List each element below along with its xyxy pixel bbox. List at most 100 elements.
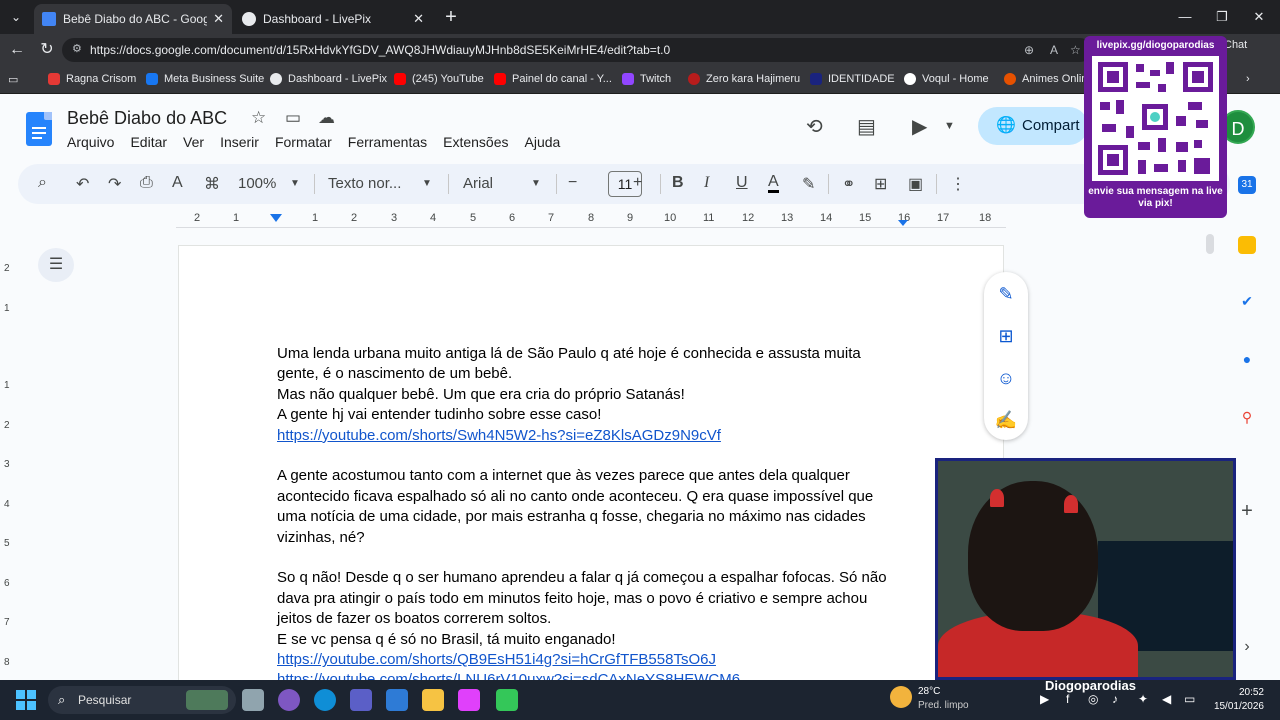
maximize-button[interactable]: ❐ — [1207, 6, 1237, 28]
chevron-down-icon[interactable]: ▼ — [422, 178, 432, 189]
calendar-icon[interactable]: 31 — [1238, 176, 1256, 194]
decrease-font-icon[interactable]: − — [568, 174, 577, 192]
reload-icon[interactable]: ↻ — [36, 39, 58, 61]
bookmark-item[interactable]: Meta Business Suite — [146, 73, 264, 85]
youtube-icon[interactable]: ▶ — [1040, 692, 1049, 706]
bookmark-item[interactable]: (245) YouTube — [394, 73, 484, 85]
file-explorer-icon[interactable] — [422, 689, 444, 711]
chevron-right-icon[interactable]: › — [1238, 638, 1256, 656]
add-comment-icon[interactable]: ⊞ — [874, 174, 887, 194]
copilot-icon[interactable] — [278, 689, 300, 711]
add-addon-icon[interactable]: + — [1238, 501, 1256, 521]
menu-item[interactable]: Formatar — [275, 134, 332, 150]
menu-item[interactable]: Inserir — [220, 134, 259, 150]
tab-livepix[interactable]: Dashboard - LivePix ✕ — [234, 4, 432, 34]
battery-icon[interactable]: ▭ — [1184, 692, 1195, 706]
highlight-icon[interactable]: ✎ — [802, 174, 815, 194]
cloud-saved-icon[interactable]: ☁ — [318, 108, 335, 128]
star-icon[interactable]: ☆ — [251, 108, 266, 128]
search-menus-icon[interactable]: ⌕ — [38, 174, 47, 192]
menu-item[interactable]: Editar — [130, 134, 167, 150]
instagram-icon[interactable]: ◎ — [1088, 692, 1098, 706]
undo-icon[interactable]: ↶ — [76, 174, 89, 194]
text-color-icon[interactable]: A — [768, 174, 779, 193]
bold-icon[interactable]: B — [672, 174, 684, 192]
zoom-icon[interactable]: ⊕ — [1024, 43, 1034, 57]
bookmarks-menu-icon[interactable]: ▭ — [8, 73, 18, 86]
horizontal-ruler[interactable]: 2 1 1 2 3 4 5 6 7 8 9 10 11 12 13 14 15 … — [176, 210, 1006, 228]
bookmark-item[interactable]: Voqul - Home — [904, 73, 989, 85]
menu-item[interactable]: Ferramentas — [348, 134, 427, 150]
document-title[interactable]: Bebê Diabo do ABC — [67, 108, 227, 129]
italic-icon[interactable]: I — [704, 174, 709, 192]
site-info-icon[interactable]: ⚙ — [72, 42, 82, 55]
emoji-reaction-icon[interactable]: ☺ — [994, 368, 1018, 392]
youtube-link[interactable]: https://youtube.com/shorts/QB9EsH51i4g?s… — [277, 651, 716, 668]
chevron-down-icon[interactable]: ▼ — [944, 120, 955, 132]
comments-icon[interactable]: ▤ — [857, 114, 876, 139]
scrollbar[interactable] — [1206, 234, 1214, 254]
task-view-icon[interactable] — [242, 689, 264, 711]
menu-item[interactable]: Extensões — [443, 134, 508, 150]
keep-icon[interactable] — [1238, 236, 1256, 254]
more-options-icon[interactable]: ⋮ — [950, 174, 966, 194]
tasks-icon[interactable]: ✔ — [1238, 292, 1256, 310]
read-aloud-icon[interactable]: A — [1050, 43, 1058, 57]
youtube-link[interactable]: https://youtube.com/shorts/Swh4N5W2-hs?s… — [277, 427, 721, 444]
bookmark-item[interactable]: Animes Online — [1004, 73, 1094, 85]
increase-font-icon[interactable]: + — [633, 174, 642, 192]
capture-app-icon[interactable] — [458, 689, 480, 711]
redo-icon[interactable]: ↷ — [108, 174, 121, 194]
new-tab-button[interactable]: + — [440, 6, 462, 28]
insert-image-icon[interactable]: ▣ — [908, 174, 923, 194]
style-select[interactable]: Texto nor... — [328, 175, 401, 192]
spellcheck-icon[interactable]: A — [172, 174, 183, 192]
chevron-right-icon[interactable]: › — [1246, 73, 1250, 85]
bookmark-star-icon[interactable]: ☆ — [1070, 43, 1081, 57]
tab-google-docs[interactable]: Bebê Diabo do ABC - Google Docs ✕ — [34, 4, 232, 34]
close-icon[interactable]: ✕ — [213, 11, 224, 27]
store-icon[interactable] — [386, 689, 408, 711]
left-indent-marker[interactable] — [270, 214, 282, 222]
facebook-icon[interactable]: f — [1066, 692, 1069, 706]
suggest-edits-icon[interactable]: ✍ — [994, 410, 1018, 434]
move-folder-icon[interactable]: ▭ — [285, 108, 301, 128]
maps-icon[interactable]: ⚲ — [1238, 408, 1256, 426]
print-icon[interactable]: ⎙ — [140, 174, 153, 192]
system-clock[interactable]: 20:52 15/01/2026 — [1206, 686, 1264, 714]
meet-video-icon[interactable]: ▶ — [912, 114, 927, 139]
bookmark-item[interactable]: Twitch — [622, 73, 671, 85]
edge-icon[interactable] — [314, 689, 336, 711]
minimize-button[interactable]: — — [1170, 6, 1200, 28]
underline-icon[interactable]: U — [736, 174, 748, 192]
windows-start-icon[interactable] — [16, 690, 36, 710]
document-body[interactable]: Uma lenda urbana muito antiga lá de São … — [277, 344, 917, 691]
menu-item[interactable]: Ver — [183, 134, 204, 150]
font-select[interactable]: Arial — [463, 175, 493, 192]
right-indent-marker[interactable] — [898, 220, 908, 226]
document-outline-icon[interactable]: ☰ — [38, 248, 74, 282]
zoom-select[interactable]: 100% — [238, 175, 276, 192]
history-icon[interactable]: ⟲ — [806, 114, 823, 139]
bookmark-item[interactable]: Ragna Crisom — [48, 73, 136, 85]
close-icon[interactable]: ✕ — [413, 11, 424, 27]
chevron-down-icon[interactable]: ▼ — [290, 178, 300, 189]
share-button[interactable]: 🌐 Compart — [978, 107, 1088, 145]
vertical-ruler[interactable]: 2 1 1 2 3 4 5 6 7 8 — [0, 245, 18, 675]
bookmark-item[interactable]: Painel do canal - Y... — [494, 73, 612, 85]
menu-item[interactable]: Arquivo — [67, 134, 114, 150]
address-bar[interactable]: ⚙ https://docs.google.com/document/d/15R… — [62, 38, 1092, 62]
close-window-button[interactable]: ✕ — [1244, 6, 1274, 28]
tab-search-icon[interactable]: ⌄ — [4, 6, 28, 28]
chevron-down-icon[interactable]: ▼ — [531, 178, 541, 189]
add-comment-icon[interactable]: ⊞ — [994, 326, 1018, 350]
paint-format-icon[interactable]: ⌘ — [204, 174, 220, 194]
volume-icon[interactable]: ◀ — [1162, 692, 1171, 706]
bookmark-item[interactable]: Zero kara Hajimeru — [688, 73, 800, 85]
bookmark-item[interactable]: Dashboard - LivePix — [270, 73, 387, 85]
taskbar-search[interactable]: ⌕ Pesquisar — [48, 686, 236, 714]
link-icon[interactable]: ⚭ — [842, 174, 855, 194]
twitter-icon[interactable]: ✦ — [1138, 692, 1148, 706]
app-icon[interactable] — [496, 689, 518, 711]
help-me-write-icon[interactable]: ✎ — [994, 284, 1018, 308]
